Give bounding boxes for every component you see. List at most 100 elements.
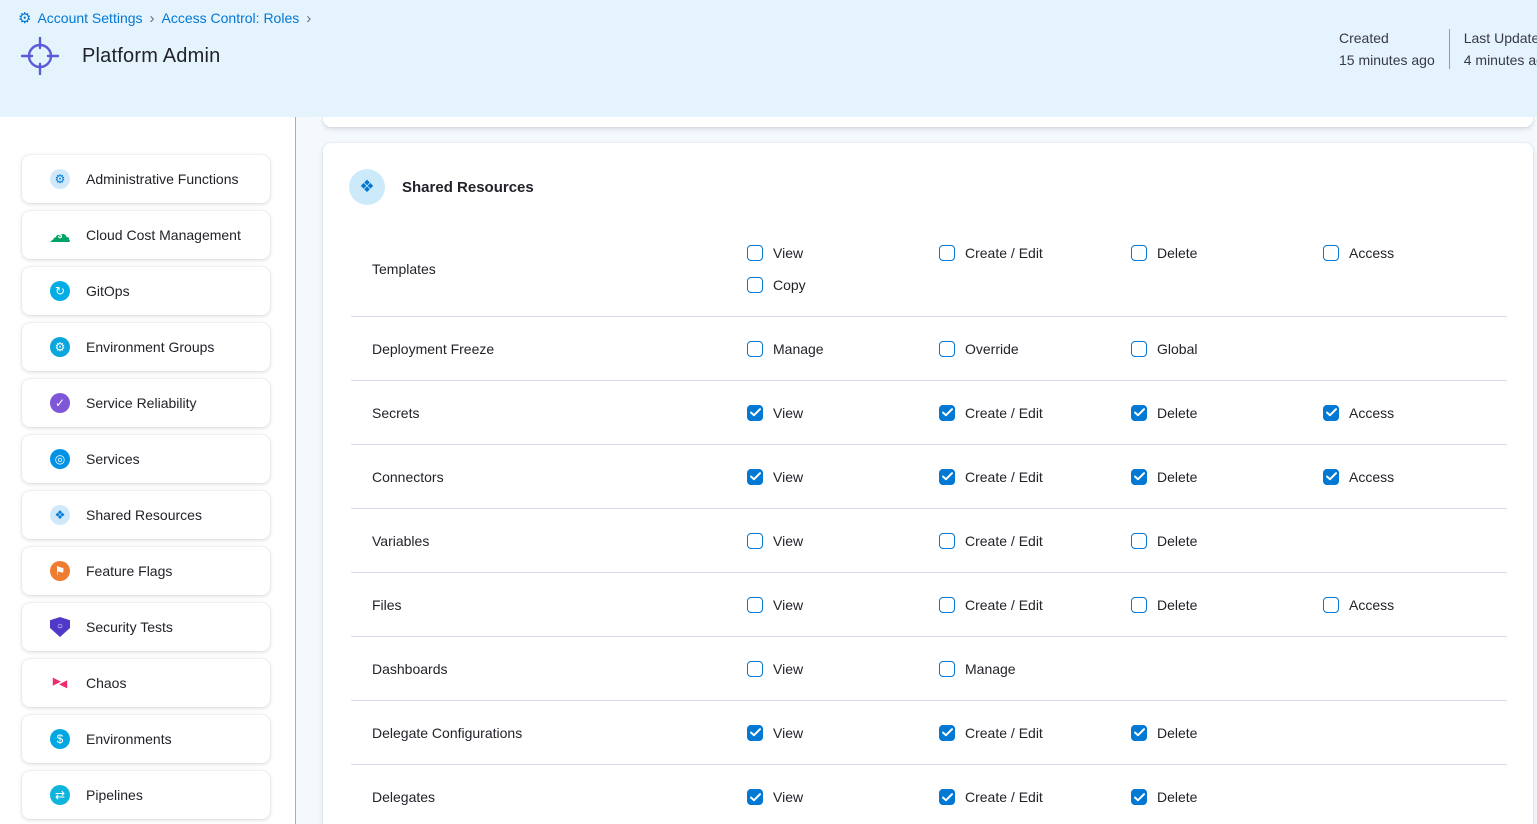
permission-item-delegate-configurations-view[interactable]: View (747, 725, 939, 741)
sidebar-item-environment-groups[interactable]: ⚙Environment Groups (22, 323, 270, 371)
checkbox-connectors-view[interactable] (747, 469, 763, 485)
checkbox-templates-delete[interactable] (1131, 245, 1147, 261)
sidebar-item-cloud-cost-management[interactable]: ☁$Cloud Cost Management (22, 211, 270, 259)
sidebar-item-environments[interactable]: $Environments (22, 715, 270, 763)
permission-cell: Delete (1131, 789, 1323, 805)
permission-label: Delete (1157, 597, 1197, 613)
checkbox-files-view[interactable] (747, 597, 763, 613)
permission-item-variables-create-edit[interactable]: Create / Edit (939, 533, 1131, 549)
permission-label: Access (1349, 245, 1394, 261)
checkbox-secrets-view[interactable] (747, 405, 763, 421)
permission-item-variables-view[interactable]: View (747, 533, 939, 549)
permission-item-delegate-configurations-create-edit[interactable]: Create / Edit (939, 725, 1131, 741)
permission-item-delegates-delete[interactable]: Delete (1131, 789, 1323, 805)
breadcrumb-link-account-settings[interactable]: Account Settings (37, 10, 142, 26)
permission-cell: Create / Edit (939, 221, 1131, 261)
permission-item-variables-delete[interactable]: Delete (1131, 533, 1323, 549)
permission-item-connectors-delete[interactable]: Delete (1131, 469, 1323, 485)
checkbox-delegate-configurations-view[interactable] (747, 725, 763, 741)
checkbox-delegates-delete[interactable] (1131, 789, 1147, 805)
checkbox-files-create-edit[interactable] (939, 597, 955, 613)
permission-item-deployment-freeze-manage[interactable]: Manage (747, 341, 939, 357)
sidebar-item-security-tests[interactable]: ○Security Tests (22, 603, 270, 651)
permission-cell: Access (1323, 221, 1507, 261)
checkbox-templates-access[interactable] (1323, 245, 1339, 261)
created-value: 15 minutes ago (1339, 49, 1435, 71)
permission-label: Create / Edit (965, 469, 1043, 485)
permission-label: View (773, 661, 803, 677)
permission-item-templates-copy[interactable]: Copy (747, 277, 939, 293)
checkbox-secrets-delete[interactable] (1131, 405, 1147, 421)
permission-item-delegate-configurations-delete[interactable]: Delete (1131, 725, 1323, 741)
permission-item-files-create-edit[interactable]: Create / Edit (939, 597, 1131, 613)
checkbox-variables-delete[interactable] (1131, 533, 1147, 549)
checkbox-files-access[interactable] (1323, 597, 1339, 613)
permission-item-files-delete[interactable]: Delete (1131, 597, 1323, 613)
permission-cell: Delete (1131, 597, 1323, 613)
permission-item-secrets-access[interactable]: Access (1323, 405, 1507, 421)
checkbox-files-delete[interactable] (1131, 597, 1147, 613)
permission-item-delegates-create-edit[interactable]: Create / Edit (939, 789, 1131, 805)
permission-item-dashboards-manage[interactable]: Manage (939, 661, 1131, 677)
checkbox-delegates-view[interactable] (747, 789, 763, 805)
permission-item-connectors-view[interactable]: View (747, 469, 939, 485)
permission-item-templates-access[interactable]: Access (1323, 245, 1507, 261)
checkbox-connectors-delete[interactable] (1131, 469, 1147, 485)
sidebar-item-services[interactable]: ◎Services (22, 435, 270, 483)
checkbox-delegate-configurations-delete[interactable] (1131, 725, 1147, 741)
permission-cell: Create / Edit (939, 533, 1131, 549)
permission-item-connectors-access[interactable]: Access (1323, 469, 1507, 485)
checkbox-delegate-configurations-create-edit[interactable] (939, 725, 955, 741)
checkbox-variables-view[interactable] (747, 533, 763, 549)
checkbox-templates-view[interactable] (747, 245, 763, 261)
sidebar-item-pipelines[interactable]: ⇄Pipelines (22, 771, 270, 819)
page-header: ⚙ Account Settings › Access Control: Rol… (0, 0, 1537, 117)
checkbox-secrets-access[interactable] (1323, 405, 1339, 421)
resource-name: Connectors (351, 469, 747, 485)
sidebar-item-feature-flags[interactable]: ⚑Feature Flags (22, 547, 270, 595)
permission-item-deployment-freeze-override[interactable]: Override (939, 341, 1131, 357)
checkbox-secrets-create-edit[interactable] (939, 405, 955, 421)
checkbox-dashboards-view[interactable] (747, 661, 763, 677)
sidebar-item-shared-resources[interactable]: ❖Shared Resources (22, 491, 270, 539)
sidebar-item-administrative-functions[interactable]: ⚙Administrative Functions (22, 155, 270, 203)
permission-item-dashboards-view[interactable]: View (747, 661, 939, 677)
checkbox-delegates-create-edit[interactable] (939, 789, 955, 805)
checkbox-connectors-create-edit[interactable] (939, 469, 955, 485)
permission-label: View (773, 405, 803, 421)
permission-item-connectors-create-edit[interactable]: Create / Edit (939, 469, 1131, 485)
permission-item-secrets-delete[interactable]: Delete (1131, 405, 1323, 421)
breadcrumb-link-access-control-roles[interactable]: Access Control: Roles (162, 10, 300, 26)
checkbox-connectors-access[interactable] (1323, 469, 1339, 485)
permission-label: Delete (1157, 405, 1197, 421)
permission-item-templates-delete[interactable]: Delete (1131, 245, 1323, 261)
permission-cell: Access (1323, 597, 1507, 613)
sidebar-item-chaos[interactable]: Chaos (22, 659, 270, 707)
permission-cell: Override (939, 341, 1131, 357)
sidebar-item-gitops[interactable]: ↻GitOps (22, 267, 270, 315)
checkbox-dashboards-manage[interactable] (939, 661, 955, 677)
permission-item-secrets-view[interactable]: View (747, 405, 939, 421)
permission-cell: Delete (1131, 405, 1323, 421)
permission-item-templates-create-edit[interactable]: Create / Edit (939, 245, 1131, 261)
checkbox-deployment-freeze-global[interactable] (1131, 341, 1147, 357)
checkbox-deployment-freeze-override[interactable] (939, 341, 955, 357)
permission-item-templates-view[interactable]: View (747, 245, 939, 261)
checkbox-variables-create-edit[interactable] (939, 533, 955, 549)
permission-item-delegates-view[interactable]: View (747, 789, 939, 805)
permission-item-files-view[interactable]: View (747, 597, 939, 613)
permission-item-secrets-create-edit[interactable]: Create / Edit (939, 405, 1131, 421)
permission-item-files-access[interactable]: Access (1323, 597, 1507, 613)
created-label: Created (1339, 27, 1435, 49)
chaos-icon (50, 673, 70, 693)
permission-label: Access (1349, 469, 1394, 485)
sidebar-item-service-reliability[interactable]: ✓Service Reliability (22, 379, 270, 427)
permission-item-deployment-freeze-global[interactable]: Global (1131, 341, 1323, 357)
table-row-delegate-configurations: Delegate ConfigurationsViewCreate / Edit… (351, 701, 1507, 765)
checkbox-deployment-freeze-manage[interactable] (747, 341, 763, 357)
last-updated-value: 4 minutes ago (1464, 49, 1537, 71)
checkbox-templates-copy[interactable] (747, 277, 763, 293)
permission-label: Access (1349, 597, 1394, 613)
checkbox-templates-create-edit[interactable] (939, 245, 955, 261)
flag-icon: ⚑ (50, 561, 70, 581)
